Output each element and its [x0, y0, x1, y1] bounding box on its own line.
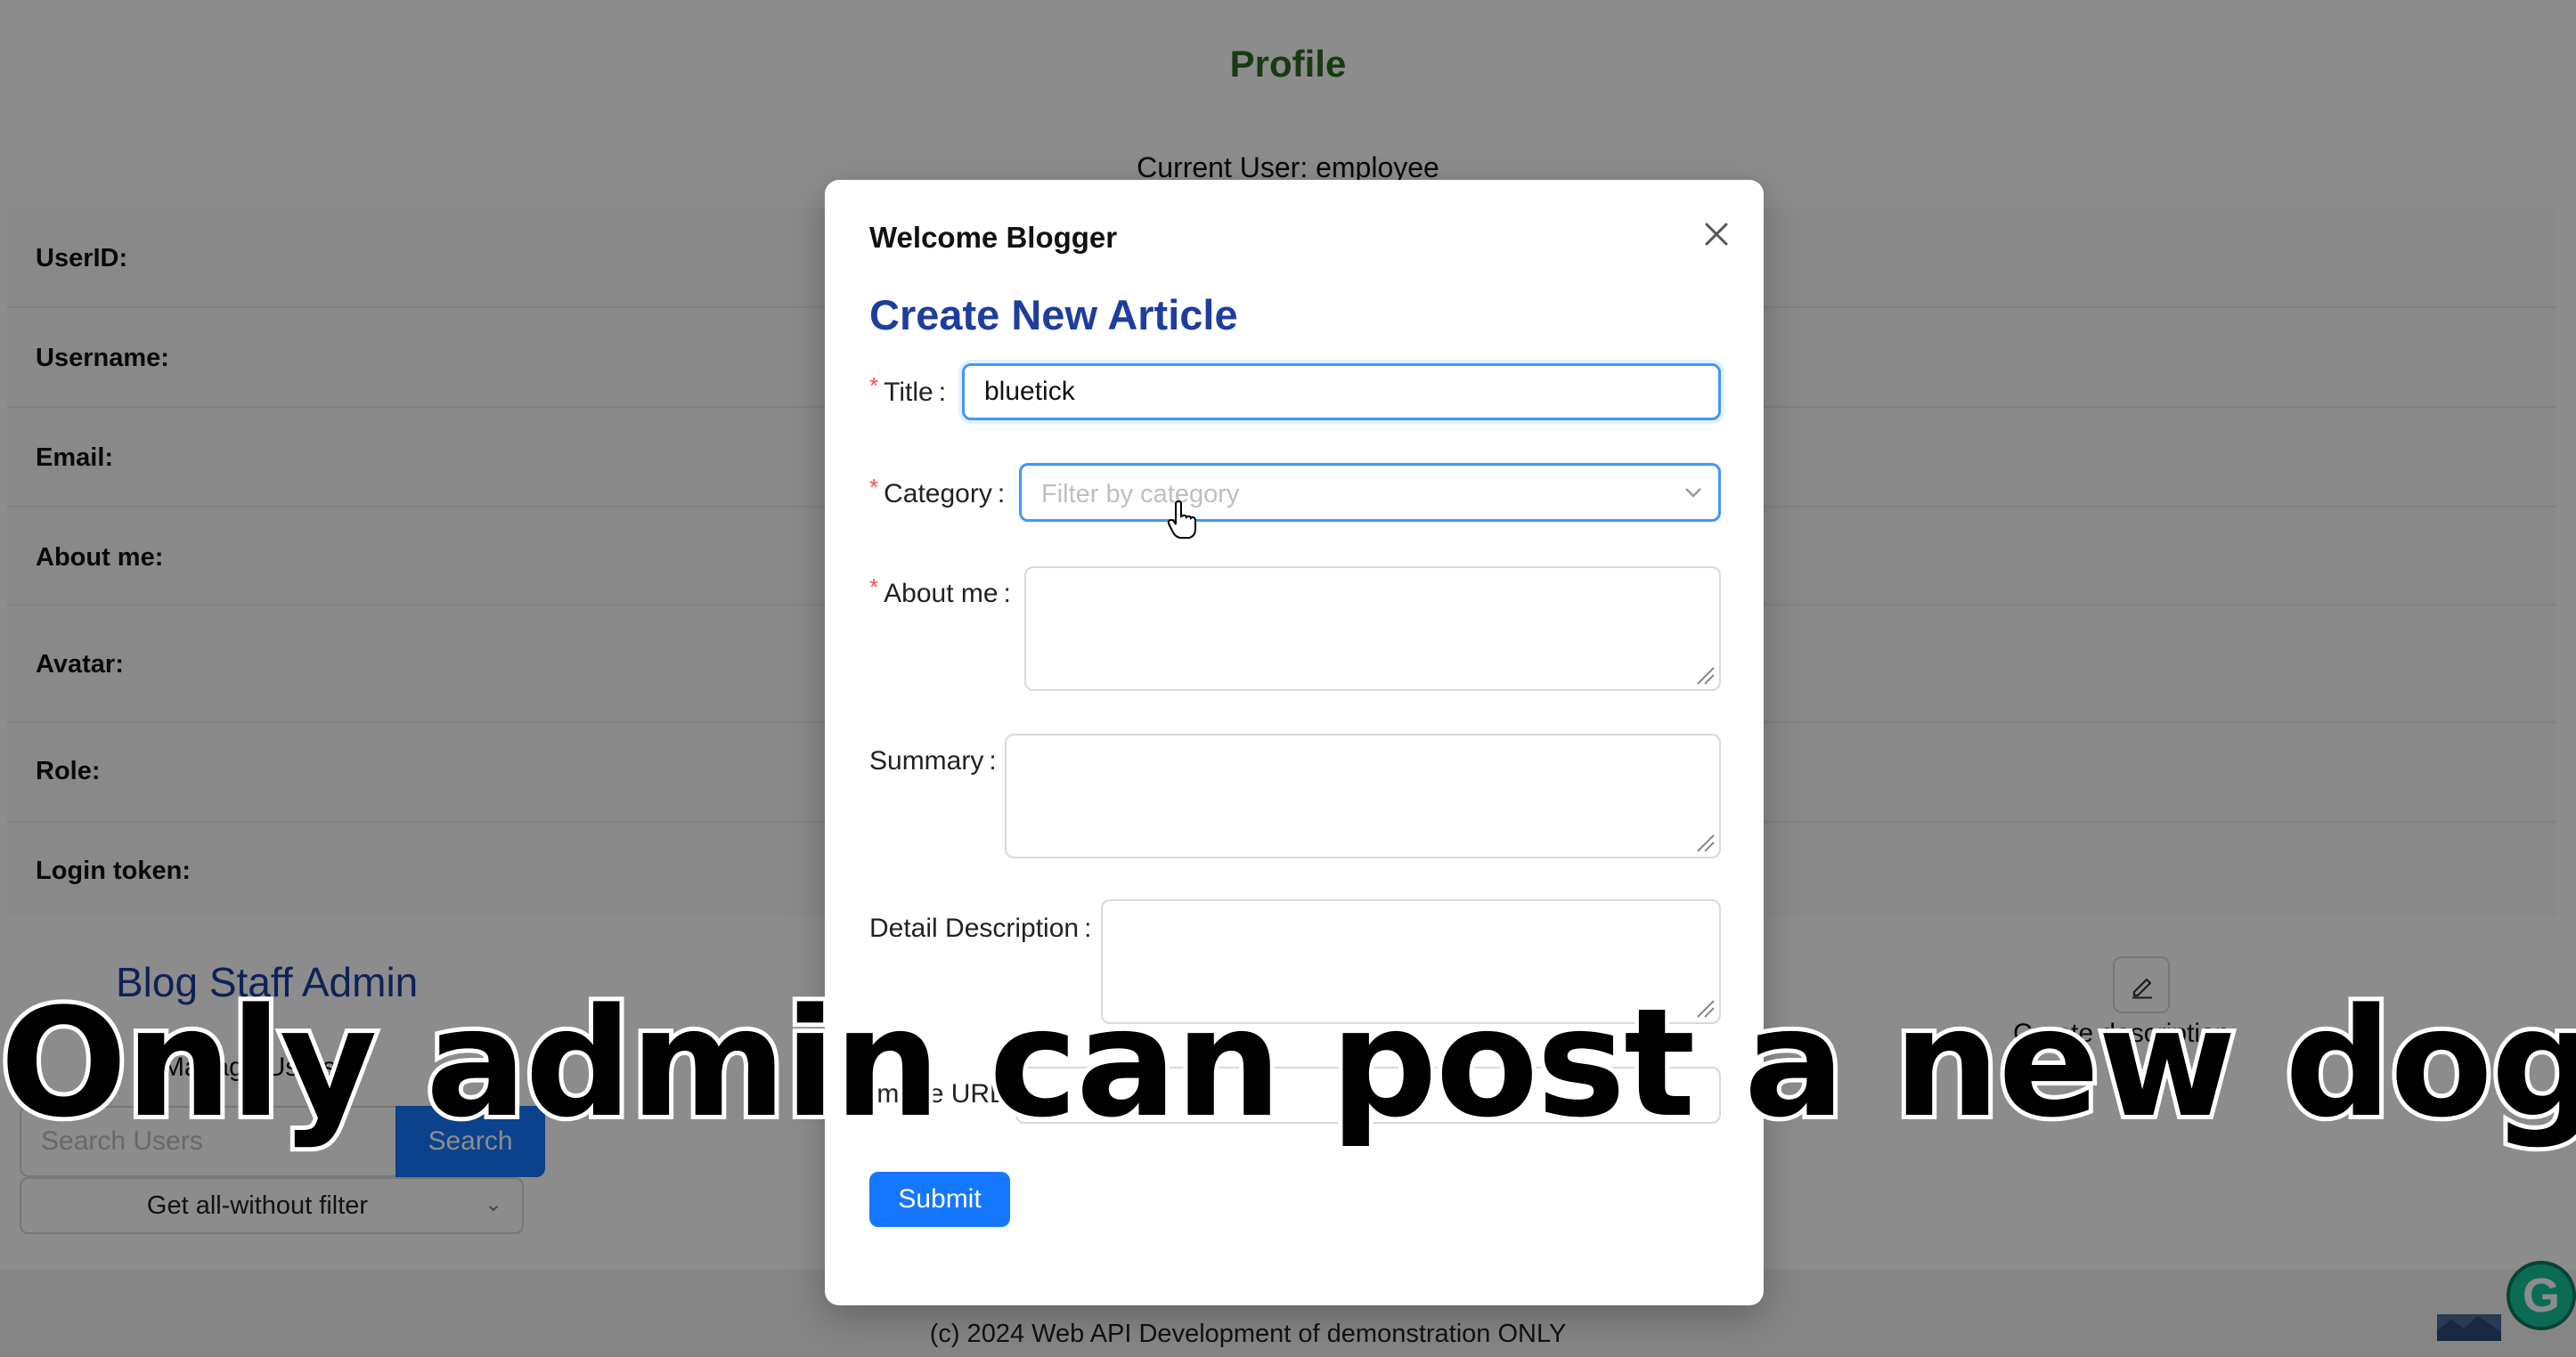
required-mark: * [869, 372, 879, 399]
summary-textarea[interactable] [1005, 734, 1721, 858]
hand-pointer-icon [1167, 500, 1196, 539]
about-textarea[interactable] [1024, 566, 1721, 691]
summary-label: Summary: [869, 746, 997, 776]
category-label-text: Category [884, 479, 992, 508]
detail-label: Detail Description: [869, 914, 1092, 943]
category-select[interactable]: Filter by category [1019, 463, 1721, 522]
resize-grip-icon[interactable] [1692, 830, 1716, 853]
required-mark: * [869, 474, 879, 500]
close-button[interactable] [1696, 214, 1737, 255]
required-mark: * [869, 573, 879, 600]
submit-button[interactable]: Submit [869, 1172, 1010, 1227]
category-label: * Category: [869, 474, 1006, 508]
form-heading: Create New Article [869, 291, 1238, 338]
video-caption: Only admin can post a new dog [0, 971, 2576, 1155]
title-label-text: Title [884, 378, 933, 407]
title-input[interactable] [962, 363, 1721, 420]
close-icon [1705, 223, 1728, 246]
about-label-text: About me [884, 579, 999, 608]
chevron-down-icon [1685, 488, 1701, 498]
modal-title: Welcome Blogger [869, 221, 1118, 254]
category-placeholder: Filter by category [1041, 480, 1240, 508]
summary-label-text: Summary [869, 746, 984, 776]
detail-label-text: Detail Description [869, 914, 1080, 943]
resize-grip-icon[interactable] [1692, 662, 1716, 686]
title-label: * Title: [869, 372, 947, 407]
about-label: * About me: [869, 573, 1011, 608]
